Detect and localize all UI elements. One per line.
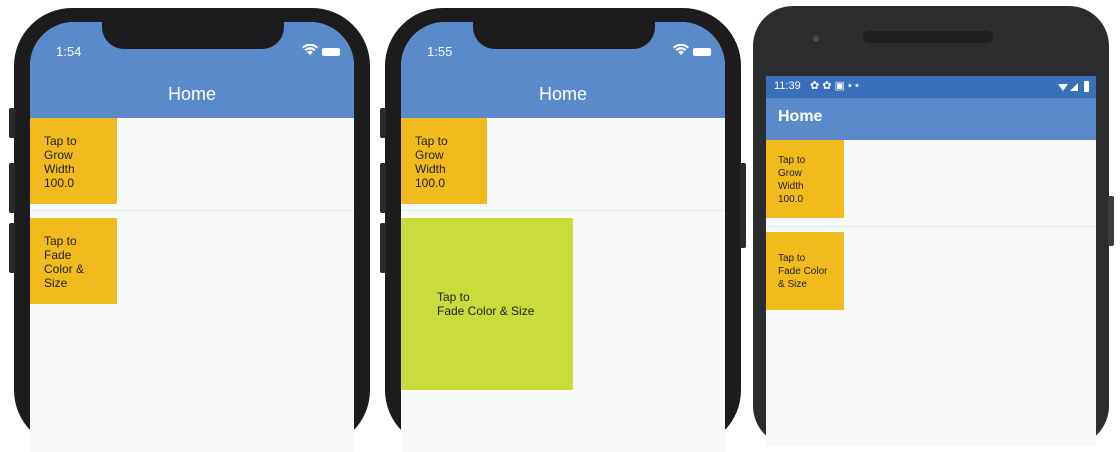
phone-2-frame: 1:55 Home Tap to Grow Width 100.0 Tap to… xyxy=(380,8,746,452)
grow-width-box[interactable]: Tap to Grow Width 100.0 xyxy=(401,118,487,204)
grow-width-box[interactable]: Tap to Grow Width 100.0 xyxy=(30,118,117,204)
status-notification-icons: ✿ ✿ ▣ ▪ • xyxy=(810,80,859,92)
speaker-grille xyxy=(863,31,993,43)
phone-1-side-button xyxy=(9,108,15,138)
phone-3-app-bar: Home xyxy=(766,98,1096,140)
phone-3-divider xyxy=(766,226,1096,227)
phone-2-divider xyxy=(401,210,725,211)
phone-1-notch xyxy=(102,22,284,49)
phone-3-side-button xyxy=(1108,196,1114,246)
phone-3-status-bar: 11:39 ✿ ✿ ▣ ▪ • xyxy=(766,76,1096,98)
phone-1-frame: 1:54 Home Tap to Grow Width 100.0 Tap to… xyxy=(9,8,370,452)
phone-3-title: Home xyxy=(778,108,823,125)
fade-color-size-box[interactable]: Tap to Fade Color & Size xyxy=(401,218,573,390)
phone-2-side-button xyxy=(380,108,386,138)
phone-1-volume-up xyxy=(9,163,15,213)
battery-icon xyxy=(322,48,340,56)
phone-2-notch xyxy=(473,22,655,49)
phone-1-app-bar: 1:54 Home xyxy=(30,22,354,118)
battery-icon xyxy=(1084,81,1089,92)
grow-width-box[interactable]: Tap to Grow Width 100.0 xyxy=(766,140,844,218)
phone-3-frame: 11:39 ✿ ✿ ▣ ▪ • Home Tap to Grow Width 1… xyxy=(753,6,1114,446)
wifi-icon xyxy=(673,44,689,55)
wifi-icon xyxy=(302,44,318,55)
phone-1-title: Home xyxy=(167,84,216,104)
phone-2-status-time: 1:55 xyxy=(427,44,453,59)
fade-color-size-box[interactable]: Tap to Fade Color & Size xyxy=(766,232,844,310)
phone-2-screen: 1:55 Home Tap to Grow Width 100.0 Tap to… xyxy=(401,22,725,452)
phone-3-screen: 11:39 ✿ ✿ ▣ ▪ • Home Tap to Grow Width 1… xyxy=(766,76,1096,446)
phone-1-screen: 1:54 Home Tap to Grow Width 100.0 Tap to… xyxy=(30,22,354,452)
battery-icon xyxy=(693,48,711,56)
phone-1-divider xyxy=(30,210,354,211)
phone-2-volume-up xyxy=(380,163,386,213)
front-camera xyxy=(813,36,819,42)
phone-1-volume-down xyxy=(9,223,15,273)
phone-2-app-bar: 1:55 Home xyxy=(401,22,725,118)
fade-color-size-box[interactable]: Tap to Fade Color & Size xyxy=(30,218,117,304)
phone-2-title: Home xyxy=(538,84,587,104)
signal-icon xyxy=(1058,83,1078,91)
phone-1-status-time: 1:54 xyxy=(56,44,82,59)
phone-2-power-button xyxy=(740,163,746,248)
phone-3-status-time: 11:39 xyxy=(774,80,801,92)
phone-2-volume-down xyxy=(380,223,386,273)
